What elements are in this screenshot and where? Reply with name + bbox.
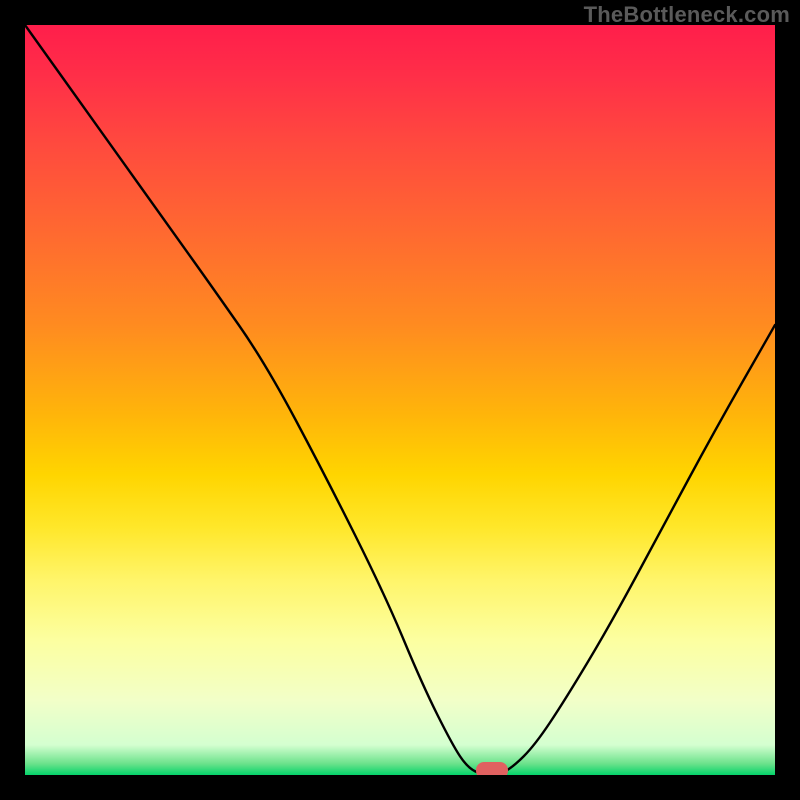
plot-area <box>25 25 775 775</box>
optimal-marker <box>476 762 508 775</box>
chart-frame: TheBottleneck.com <box>0 0 800 800</box>
bottleneck-curve <box>25 25 775 775</box>
watermark-text: TheBottleneck.com <box>584 2 790 28</box>
